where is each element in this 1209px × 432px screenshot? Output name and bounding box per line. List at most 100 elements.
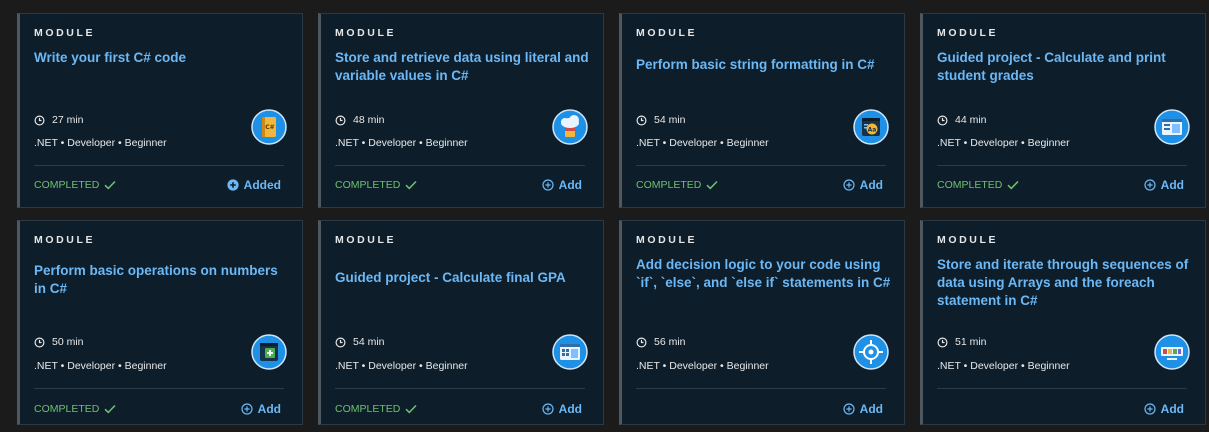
module-tags: .NET • Developer • Beginner [937, 137, 1070, 149]
report-window-icon [1154, 109, 1190, 145]
array-blocks-icon [1154, 334, 1190, 370]
duration-text: 27 min [52, 114, 84, 126]
add-button[interactable]: Add [542, 402, 582, 416]
add-button[interactable]: Add [1144, 402, 1184, 416]
module-card[interactable]: MODULE Perform basic operations on numbe… [17, 220, 303, 425]
module-eyebrow: MODULE [34, 234, 96, 246]
duration-text: 54 min [353, 336, 385, 348]
add-circle-icon [843, 179, 855, 191]
module-tags: .NET • Developer • Beginner [335, 360, 468, 372]
duration-text: 54 min [654, 114, 686, 126]
add-circle-icon [542, 179, 554, 191]
module-title-link[interactable]: Add decision logic to your code using `i… [636, 256, 892, 292]
add-button-label: Add [257, 402, 281, 416]
check-icon [104, 404, 116, 414]
decision-target-icon [853, 334, 889, 370]
module-card[interactable]: MODULE Guided project - Calculate final … [318, 220, 604, 425]
status-text: COMPLETED [34, 403, 100, 415]
svg-text:C#: C# [265, 124, 274, 131]
add-circle-icon [843, 403, 855, 415]
add-button[interactable]: Add [843, 402, 883, 416]
completed-status: COMPLETED [335, 403, 417, 415]
completed-status: COMPLETED [937, 179, 1019, 191]
module-eyebrow: MODULE [335, 27, 397, 39]
check-icon [405, 404, 417, 414]
duration: 44 min [937, 114, 987, 126]
module-tags: .NET • Developer • Beginner [937, 360, 1070, 372]
card-divider [937, 165, 1187, 166]
card-divider [636, 388, 886, 389]
add-button-label: Add [558, 178, 582, 192]
card-divider [34, 165, 284, 166]
add-button[interactable]: Add [241, 402, 281, 416]
add-button[interactable]: Add [843, 178, 883, 192]
clock-icon [34, 115, 45, 125]
card-divider [335, 388, 585, 389]
duration: 54 min [636, 114, 686, 126]
add-button-label: Add [1160, 178, 1184, 192]
status-text: COMPLETED [335, 403, 401, 415]
cloud-storage-icon [552, 109, 588, 145]
status-text: COMPLETED [937, 179, 1003, 191]
module-eyebrow: MODULE [937, 27, 999, 39]
add-circle-icon [1144, 403, 1156, 415]
module-tags: .NET • Developer • Beginner [636, 360, 769, 372]
add-circle-icon [1144, 179, 1156, 191]
module-card[interactable]: MODULE Guided project - Calculate and pr… [920, 13, 1206, 208]
add-button[interactable]: Add [542, 178, 582, 192]
status-text: COMPLETED [335, 179, 401, 191]
module-title-link[interactable]: Guided project - Calculate final GPA [335, 269, 591, 287]
card-divider [335, 165, 585, 166]
module-title-link[interactable]: Guided project - Calculate and print stu… [937, 49, 1193, 85]
module-eyebrow: MODULE [636, 27, 698, 39]
module-card[interactable]: MODULE Add decision logic to your code u… [619, 220, 905, 425]
module-title-link[interactable]: Perform basic string formatting in C# [636, 56, 892, 74]
add-circle-icon [241, 403, 253, 415]
clock-icon [34, 337, 45, 347]
clock-icon [636, 337, 647, 347]
added-button[interactable]: Added [227, 178, 281, 192]
module-card[interactable]: MODULE Write your first C# code 27 min .… [17, 13, 303, 208]
clock-icon [937, 337, 948, 347]
module-title-link[interactable]: Perform basic operations on numbers in C… [34, 262, 290, 298]
clock-icon [636, 115, 647, 125]
module-tags: .NET • Developer • Beginner [34, 137, 167, 149]
duration-text: 51 min [955, 336, 987, 348]
add-button-label: Add [1160, 402, 1184, 416]
status-text: COMPLETED [636, 179, 702, 191]
module-eyebrow: MODULE [34, 27, 96, 39]
duration-text: 48 min [353, 114, 385, 126]
module-tags: .NET • Developer • Beginner [335, 137, 468, 149]
module-card[interactable]: MODULE Perform basic string formatting i… [619, 13, 905, 208]
card-divider [937, 388, 1187, 389]
module-card[interactable]: MODULE Store and retrieve data using lit… [318, 13, 604, 208]
added-circle-icon [227, 179, 239, 191]
duration: 56 min [636, 336, 686, 348]
card-divider [636, 165, 886, 166]
svg-text:Aa: Aa [868, 126, 877, 133]
module-title-link[interactable]: Store and iterate through sequences of d… [937, 256, 1193, 310]
module-tags: .NET • Developer • Beginner [34, 360, 167, 372]
duration: 48 min [335, 114, 385, 126]
duration-text: 56 min [654, 336, 686, 348]
completed-status: COMPLETED [636, 179, 718, 191]
completed-status: COMPLETED [335, 179, 417, 191]
module-title-link[interactable]: Write your first C# code [34, 49, 290, 67]
check-icon [1007, 180, 1019, 190]
calculator-window-icon [552, 334, 588, 370]
module-eyebrow: MODULE [937, 234, 999, 246]
add-button-label: Add [558, 402, 582, 416]
module-card[interactable]: MODULE Store and iterate through sequenc… [920, 220, 1206, 425]
clock-icon [335, 115, 346, 125]
duration-text: 44 min [955, 114, 987, 126]
plus-terminal-icon [251, 334, 287, 370]
duration: 27 min [34, 114, 84, 126]
module-title-link[interactable]: Store and retrieve data using literal an… [335, 49, 591, 85]
clock-icon [335, 337, 346, 347]
check-icon [405, 180, 417, 190]
duration: 50 min [34, 336, 84, 348]
string-format-icon: Aa [853, 109, 889, 145]
check-icon [706, 180, 718, 190]
completed-status: COMPLETED [34, 179, 116, 191]
add-button[interactable]: Add [1144, 178, 1184, 192]
